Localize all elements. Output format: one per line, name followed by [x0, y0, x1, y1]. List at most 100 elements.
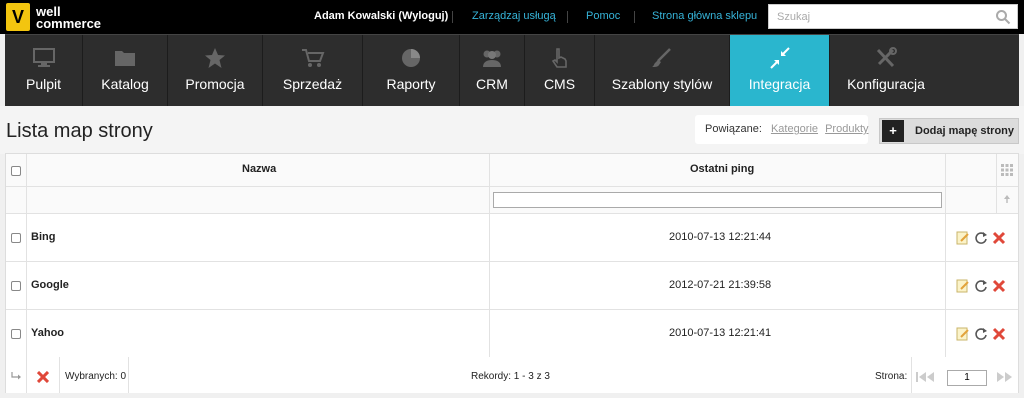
hand-pointer-icon: [551, 48, 567, 68]
divider: [26, 357, 27, 393]
row-ping: 2010-07-13 12:21:44: [669, 231, 772, 243]
delete-icon[interactable]: [992, 231, 1006, 245]
search-placeholder: Szukaj: [777, 11, 811, 23]
row-name: Bing: [31, 231, 56, 243]
edit-icon[interactable]: [956, 327, 970, 341]
row-ping: 2010-07-13 12:21:41: [669, 327, 772, 339]
nav-item-promocja[interactable]: Promocja: [168, 35, 263, 106]
user-name: Adam Kowalski (Wyloguj): [314, 10, 449, 22]
divider: [6, 309, 1018, 310]
divider: [26, 154, 27, 357]
separator: [452, 11, 453, 23]
column-header-nazwa[interactable]: Nazwa: [242, 163, 276, 175]
edit-icon[interactable]: [956, 279, 970, 293]
refresh-icon[interactable]: [974, 231, 988, 245]
tools-icon: [876, 47, 897, 68]
search-input[interactable]: Szukaj: [768, 4, 1018, 29]
next-page-icon[interactable]: [994, 371, 1014, 383]
related-link-produkty[interactable]: Produkty: [825, 123, 868, 135]
nav-item-konfiguracja[interactable]: Konfiguracja: [830, 35, 942, 106]
nav-item-cms[interactable]: CMS: [525, 35, 595, 106]
select-all-checkbox[interactable]: [11, 166, 21, 176]
nav-label: Sprzedaż: [282, 76, 343, 92]
nav-label: CMS: [543, 76, 576, 92]
manage-service-link[interactable]: Zarządzaj usługą: [472, 10, 556, 23]
logo-mark: V: [6, 3, 30, 31]
help-link[interactable]: Pomoc: [586, 10, 620, 23]
cart-icon: [301, 49, 324, 67]
ping-filter-input[interactable]: [493, 192, 942, 208]
nav-item-crm[interactable]: CRM: [460, 35, 525, 106]
refresh-icon[interactable]: [974, 327, 988, 341]
columns-grid-icon[interactable]: [1001, 164, 1013, 176]
arrows-in-icon: [769, 47, 790, 69]
monitor-icon: [32, 48, 55, 67]
nav-item-integracja[interactable]: Integracja: [730, 35, 830, 106]
column-header-ostatni-ping[interactable]: Ostatni ping: [690, 163, 754, 175]
divider: [59, 357, 60, 393]
top-bar: V well commerce Adam Kowalski (Wyloguj) …: [0, 0, 1024, 34]
row-checkbox[interactable]: [11, 281, 21, 291]
delete-selected-icon[interactable]: [37, 371, 49, 383]
divider: [489, 154, 490, 357]
nav-label: Konfiguracja: [847, 76, 925, 92]
separator: [567, 11, 568, 23]
nav-item-szablony-stylow[interactable]: Szablony stylów: [595, 35, 730, 106]
logout-link[interactable]: (Wyloguj): [398, 10, 448, 22]
separator: [634, 11, 635, 23]
nav-item-raporty[interactable]: Raporty: [363, 35, 460, 106]
grid-footer: Wybranych: 0 Rekordy: 1 - 3 z 3 Strona: …: [6, 357, 1018, 393]
pie-chart-icon: [402, 49, 420, 67]
selected-count: Wybranych: 0: [65, 371, 127, 382]
delete-icon[interactable]: [992, 279, 1006, 293]
nav-label: Integracja: [748, 76, 811, 92]
related-links: Powiązane: Kategorie Produkty: [695, 115, 869, 144]
divider: [6, 186, 1018, 187]
nav-label: Promocja: [185, 76, 245, 92]
edit-icon[interactable]: [956, 231, 970, 245]
row-checkbox[interactable]: [11, 233, 21, 243]
sitemap-grid: Nazwa Ostatni ping Bing 2010-07-13 12:21…: [5, 153, 1019, 393]
shop-home-link[interactable]: Strona główna sklepu: [652, 10, 757, 23]
nav-label: Szablony stylów: [611, 76, 713, 92]
users-icon: [483, 50, 501, 67]
nav-label: CRM: [476, 76, 508, 92]
delete-icon[interactable]: [992, 327, 1006, 341]
page-number-input[interactable]: 1: [947, 370, 987, 386]
related-link-kategorie[interactable]: Kategorie: [771, 123, 818, 135]
page-header: [0, 106, 1024, 154]
divider: [911, 357, 912, 393]
row-checkbox[interactable]: [11, 329, 21, 339]
folder-icon: [115, 51, 135, 66]
add-sitemap-button[interactable]: + Dodaj mapę strony: [879, 118, 1019, 144]
page-title: Lista map strony: [6, 120, 153, 142]
divider: [6, 213, 1018, 214]
related-label: Powiązane:: [705, 123, 762, 135]
row-name: Google: [31, 279, 69, 291]
first-page-icon[interactable]: [915, 371, 937, 383]
divider: [945, 154, 946, 357]
logo[interactable]: V well commerce: [6, 2, 136, 32]
refresh-icon[interactable]: [974, 279, 988, 293]
nav-item-pulpit[interactable]: Pulpit: [5, 35, 83, 106]
nav-label: Pulpit: [25, 76, 62, 92]
divider: [996, 154, 997, 214]
return-arrow-icon: [11, 372, 21, 380]
records-count: Rekordy: 1 - 3 z 3: [471, 371, 550, 382]
add-sitemap-label: Dodaj mapę strony: [915, 125, 1015, 137]
divider: [6, 261, 1018, 262]
search-icon[interactable]: [995, 9, 1011, 25]
nav-item-sprzedaz[interactable]: Sprzedaż: [263, 35, 363, 106]
nav-item-katalog[interactable]: Katalog: [83, 35, 168, 106]
nav-label: Katalog: [101, 76, 149, 92]
row-ping: 2012-07-21 21:39:58: [669, 279, 772, 291]
row-name: Yahoo: [31, 327, 65, 339]
nav-label: Raporty: [386, 76, 436, 92]
brush-icon: [652, 48, 671, 67]
main-navigation: Pulpit Katalog Promocja Sprzedaż Raporty…: [5, 34, 1019, 106]
plus-icon: +: [882, 120, 904, 142]
divider: [128, 357, 129, 393]
page-label: Strona:: [875, 371, 908, 382]
star-icon: [205, 48, 225, 68]
scroll-top-icon[interactable]: [1003, 194, 1011, 204]
